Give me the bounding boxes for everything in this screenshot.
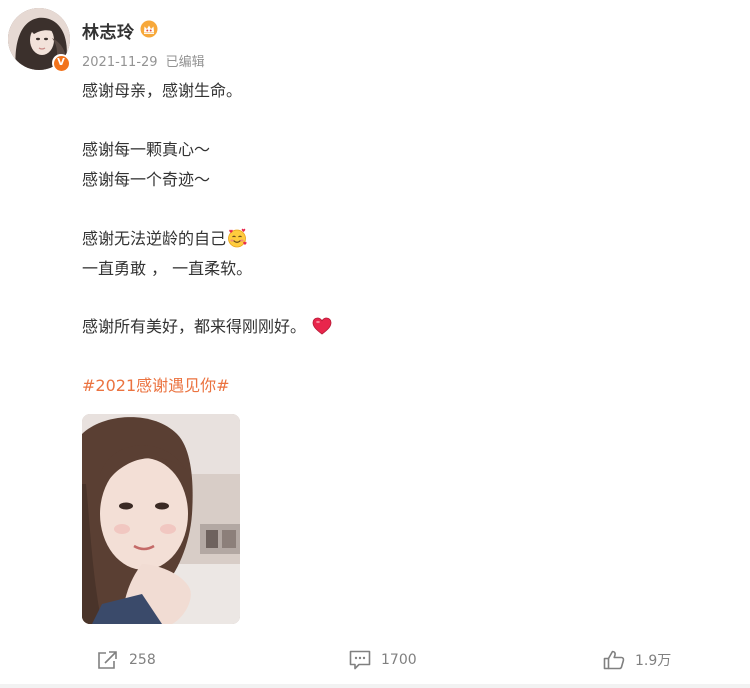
red-heart-icon [312, 317, 332, 335]
edited-label[interactable]: 已编辑 [166, 55, 205, 70]
post-photo-image [82, 414, 240, 624]
post-line-text: 感谢所有美好，都来得刚刚好。 [82, 317, 307, 336]
comment-icon [349, 650, 371, 670]
comment-count: 1700 [381, 652, 417, 668]
share-icon [98, 651, 117, 669]
thumbs-up-icon [603, 650, 625, 670]
verified-badge-icon: V [52, 54, 70, 72]
hashtag-link[interactable]: #2021感谢遇见你# [82, 371, 230, 401]
post-line: 一直勇敢 ， 一直柔软。 [82, 259, 253, 278]
post-line: 感谢每一颗真心～ [82, 140, 211, 159]
post-line-text: 感谢无法逆龄的自己 [82, 229, 227, 248]
author-name[interactable]: 林志玲 [82, 18, 135, 43]
post-photo[interactable] [82, 414, 240, 624]
weibo-post-card: V 林志玲 2021-11-29 已编辑 感谢母亲，感谢生命。 感谢每一颗真心～ … [0, 0, 750, 688]
verified-badge-label: V [53, 55, 69, 71]
action-bar: 258 1700 1.9万 [0, 640, 750, 680]
post-line: 感谢母亲，感谢生命。 [82, 81, 243, 100]
comment-button[interactable]: 1700 [349, 640, 417, 680]
post-line-with-emoji: 感谢无法逆龄的自己 [82, 224, 247, 254]
post-line: 感谢每一个奇迹～ [82, 170, 211, 189]
post-date[interactable]: 2021-11-29 [82, 55, 158, 70]
share-button[interactable]: 258 [97, 640, 156, 680]
crown-icon[interactable] [140, 20, 158, 38]
share-count: 258 [129, 652, 156, 668]
like-count: 1.9万 [635, 653, 672, 669]
post-line-with-emoji: 感谢所有美好，都来得刚刚好。 [82, 312, 332, 342]
card-divider [0, 684, 750, 688]
like-button[interactable]: 1.9万 [603, 640, 671, 680]
post-meta: 2021-11-29 已编辑 [82, 51, 205, 70]
smiling-face-with-hearts-icon [228, 228, 247, 248]
